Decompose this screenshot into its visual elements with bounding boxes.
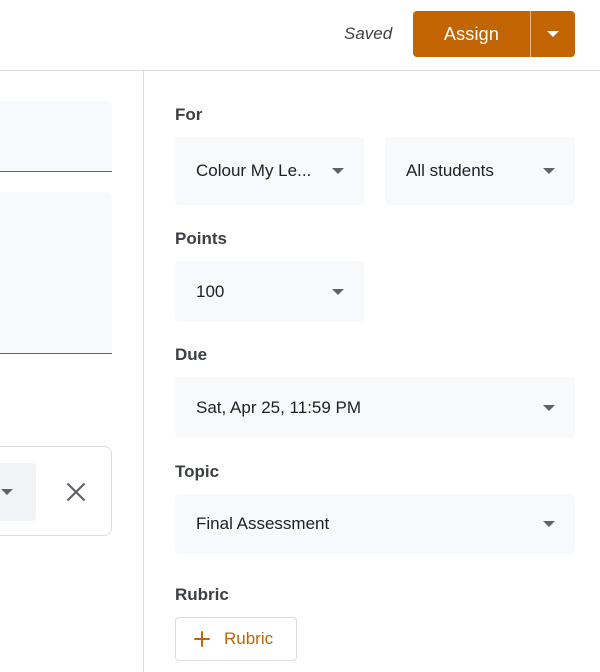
due-label: Due [175, 345, 208, 364]
add-rubric-label: Rubric [224, 629, 274, 648]
title-field[interactable] [0, 101, 112, 172]
panel-divider [143, 71, 144, 672]
topic-select[interactable]: Final Assessment [175, 494, 575, 554]
top-bar: Saved Assign [0, 0, 600, 71]
plus-icon [194, 631, 210, 647]
caret-down-icon [543, 521, 555, 527]
assign-options-button[interactable] [531, 11, 575, 57]
topic-label: Topic [175, 462, 220, 481]
students-select-value: All students [406, 161, 494, 180]
topic-select-value: Final Assessment [196, 514, 330, 533]
caret-down-icon [547, 31, 559, 37]
due-select-value: Sat, Apr 25, 11:59 PM [196, 397, 362, 417]
points-select[interactable]: 100 [175, 261, 364, 322]
assign-button-group: Assign [413, 11, 575, 57]
caret-down-icon [332, 168, 344, 174]
points-label: Points [175, 229, 227, 248]
due-select[interactable]: Sat, Apr 25, 11:59 PM [175, 377, 575, 438]
save-status: Saved [344, 24, 393, 43]
for-label: For [175, 105, 203, 124]
add-rubric-button[interactable]: Rubric [175, 617, 297, 661]
caret-down-icon [1, 489, 13, 495]
class-select[interactable]: Colour My Le... [175, 137, 364, 205]
rubric-label: Rubric [175, 585, 229, 604]
instructions-field[interactable] [0, 192, 112, 354]
assign-button[interactable]: Assign [413, 11, 530, 57]
class-select-value: Colour My Le... [196, 161, 312, 180]
attachment-card [0, 446, 112, 536]
caret-down-icon [332, 288, 344, 295]
students-select[interactable]: All students [385, 137, 575, 205]
close-icon[interactable] [65, 481, 87, 503]
caret-down-icon [543, 168, 555, 174]
caret-down-icon [543, 404, 555, 411]
attachment-permission-select[interactable] [0, 463, 36, 521]
points-select-value: 100 [196, 281, 225, 301]
